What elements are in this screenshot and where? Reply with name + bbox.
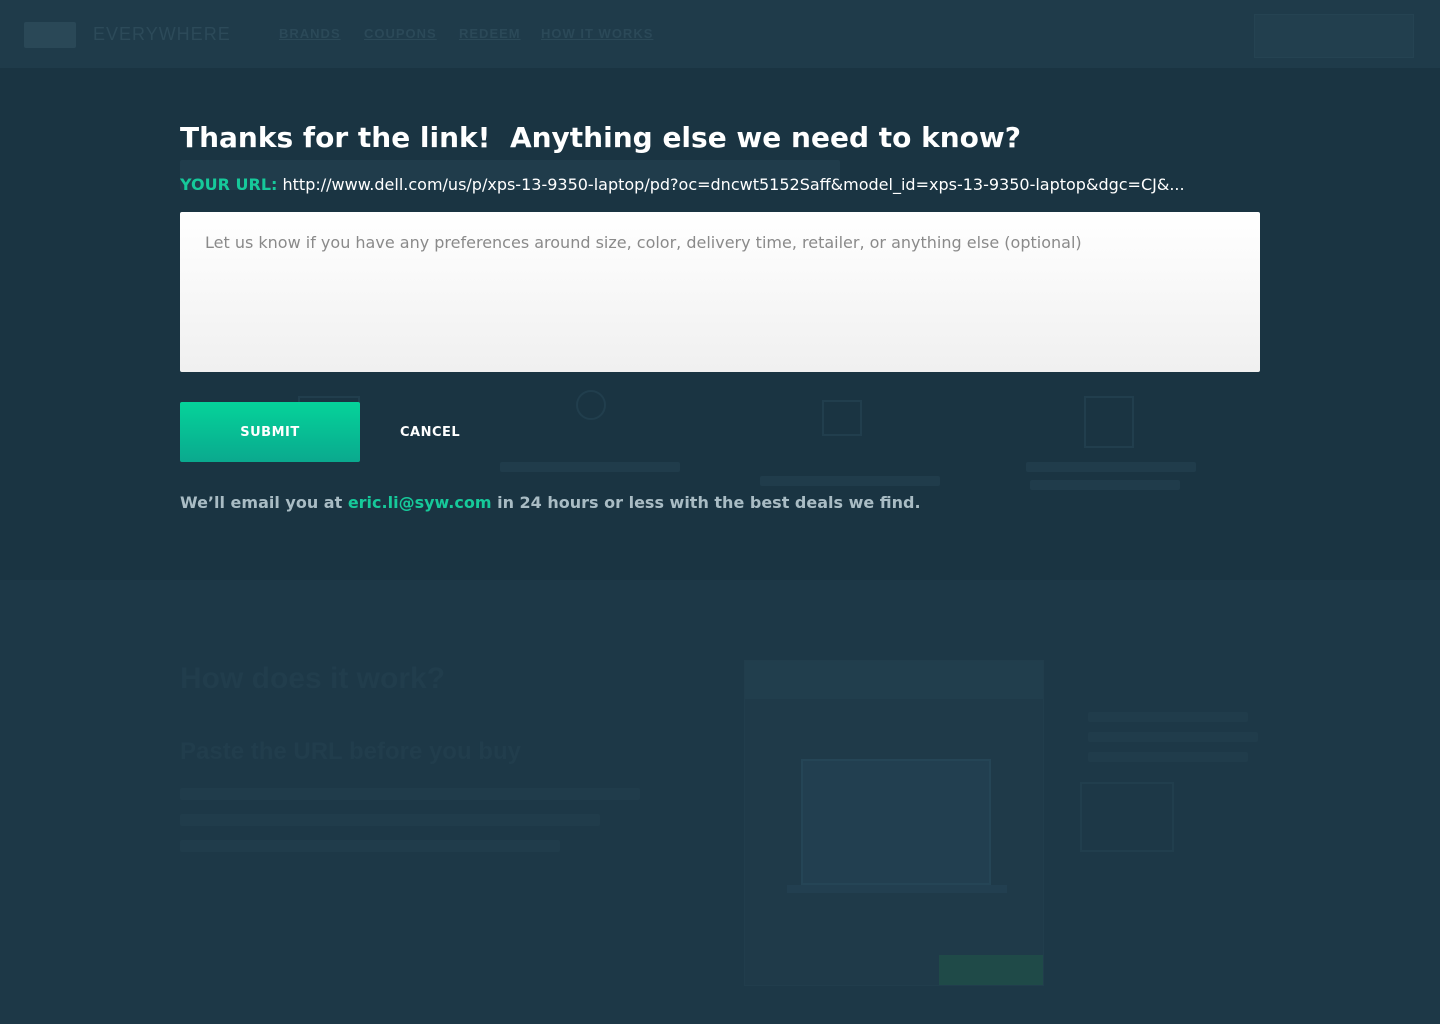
logo-icon <box>24 22 76 48</box>
side-text-shadow <box>1088 712 1248 722</box>
nav-link-brands: BRANDS <box>279 26 341 41</box>
side-text-shadow <box>1088 752 1248 762</box>
nav-link-how-it-works: HOW IT WORKS <box>541 26 654 41</box>
url-label: YOUR URL: <box>180 175 278 194</box>
demo-panel-header <box>745 661 1043 699</box>
top-nav: EVERYWHERE BRANDS COUPONS REDEEM HOW IT … <box>0 0 1440 68</box>
section-subtitle: Paste the URL before you buy <box>180 738 521 765</box>
cancel-button[interactable]: CANCEL <box>400 425 460 440</box>
url-row: YOUR URL: http://www.dell.com/us/p/xps-1… <box>180 174 1260 196</box>
link-details-modal: Thanks for the link! Anything else we ne… <box>180 118 1260 514</box>
paragraph-shadow <box>180 788 640 800</box>
brand-name: EVERYWHERE <box>93 24 231 44</box>
notice-prefix: We’ll email you at <box>180 493 348 512</box>
demo-panel <box>744 660 1044 986</box>
preferences-textarea[interactable] <box>180 212 1260 372</box>
nav-link-redeem: REDEEM <box>459 26 521 41</box>
notice-suffix: in 24 hours or less with the best deals … <box>491 493 921 512</box>
side-text-shadow <box>1088 732 1258 742</box>
section-title: How does it work? <box>180 662 446 695</box>
submit-button[interactable]: SUBMIT <box>180 402 360 462</box>
nav-link-coupons: COUPONS <box>364 26 437 41</box>
account-button <box>1254 14 1414 58</box>
laptop-base <box>787 885 1007 893</box>
url-value: http://www.dell.com/us/p/xps-13-9350-lap… <box>282 175 1185 194</box>
modal-title: Thanks for the link! Anything else we ne… <box>180 121 1022 154</box>
paragraph-shadow <box>180 814 600 826</box>
paragraph-shadow <box>180 840 560 852</box>
laptop-image <box>801 759 991 885</box>
email-notice: We’ll email you at eric.li@syw.com in 24… <box>180 492 1260 514</box>
side-box <box>1080 782 1174 852</box>
demo-panel-button <box>939 955 1043 985</box>
button-row: SUBMIT CANCEL <box>180 402 1260 462</box>
notice-email-link[interactable]: eric.li@syw.com <box>348 493 492 512</box>
